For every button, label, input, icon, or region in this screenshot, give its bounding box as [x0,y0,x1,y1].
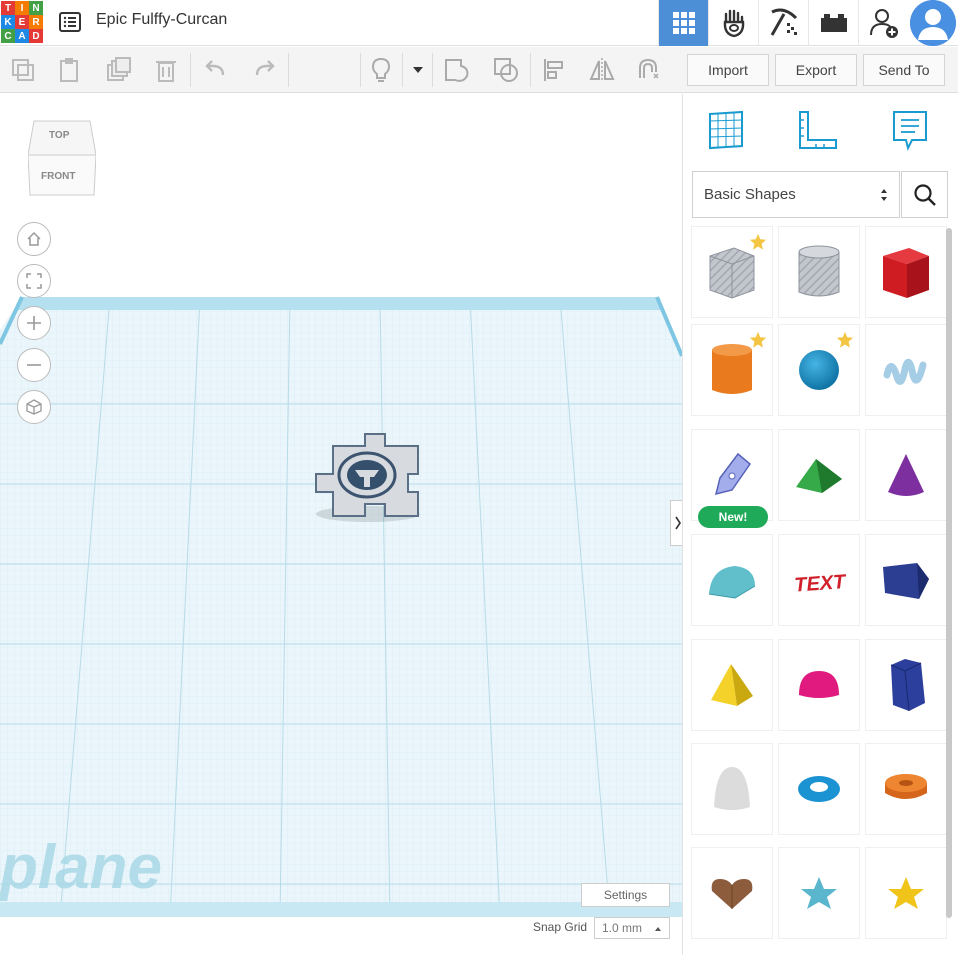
logo-letter: R [29,15,43,29]
shape-text[interactable]: TEXT [778,534,860,626]
shape-torus[interactable] [778,743,860,835]
user-avatar[interactable] [910,0,956,46]
duplicate-icon[interactable] [105,56,133,84]
shape-paraboloid[interactable] [691,743,773,835]
zoom-out-button[interactable] [17,348,51,382]
ruler-tool-icon[interactable] [796,108,840,152]
zoom-in-button[interactable] [17,306,51,340]
shape-cone[interactable] [865,429,947,521]
logo-letter: D [29,29,43,43]
view-cube[interactable]: TOP FRONT [27,119,97,197]
edit-toolbar [0,47,682,93]
snap-grid-label: Snap Grid [533,920,588,934]
logo-letter: K [1,15,15,29]
shape-round-roof[interactable] [691,534,773,626]
shapes-panel: Basic Shapes New! TEXT [682,94,958,955]
shape-scribble[interactable] [865,324,947,416]
import-export-bar: Import Export Send To [682,47,958,93]
shape-roof[interactable] [778,429,860,521]
gallery-hand-icon[interactable] [708,0,758,46]
home-view-button[interactable] [17,222,51,256]
shape-star-gold[interactable] [865,847,947,939]
settings-button[interactable]: Settings [581,883,670,907]
shape-half-sphere[interactable] [778,639,860,731]
chevron-up-icon [655,927,661,931]
shape-box-striped[interactable] [691,226,773,318]
magnet-icon[interactable] [634,56,662,84]
logo-letter: A [15,29,29,43]
snap-grid-value: 1.0 mm [602,921,643,935]
logo-letter: E [15,15,29,29]
pickaxe-icon[interactable] [758,0,808,46]
favorite-star-icon [749,331,767,348]
logo-letter: N [29,1,43,15]
shape-category-value: Basic Shapes [704,186,796,203]
workplane-viewport[interactable]: TOP FRONT plane Settings [0,94,682,917]
shape-sphere[interactable] [778,324,860,416]
updown-chevron-icon [881,189,887,201]
undo-icon[interactable] [202,56,230,84]
panel-scrollbar[interactable] [946,228,952,918]
shape-category-select[interactable]: Basic Shapes [692,171,900,218]
paste-icon[interactable] [56,56,84,84]
design-list-icon[interactable] [58,10,82,34]
logo-letter: T [1,1,15,15]
fit-view-button[interactable] [17,264,51,298]
shape-cylinder[interactable] [691,324,773,416]
shape-search-button[interactable] [901,171,948,218]
bricks-icon[interactable] [808,0,858,46]
snap-grid-select[interactable]: 1.0 mm [594,917,670,939]
ortho-view-button[interactable] [17,390,51,424]
top-bar: T I N K E R C A D Epic Fulffy-Curcan [0,0,958,46]
delete-icon[interactable] [152,56,180,84]
export-button[interactable]: Export [775,54,857,86]
shape-wedge[interactable] [865,534,947,626]
shape-cylinder-striped[interactable] [778,226,860,318]
shape-pen-tool[interactable]: New! [691,429,773,528]
logo-letter: C [1,29,15,43]
design-title[interactable]: Epic Fulffy-Curcan [96,11,227,29]
view-cube-top-label[interactable]: TOP [49,130,69,141]
group-icon[interactable] [443,56,471,84]
shape-star-blue[interactable] [778,847,860,939]
dropdown-icon[interactable] [404,56,432,84]
logo-letter: I [15,1,29,15]
mirror-icon[interactable] [588,56,616,84]
grid-view-icon[interactable] [658,0,708,46]
workplane-grid[interactable] [0,94,682,917]
shape-pyramid[interactable] [691,639,773,731]
view-cube-front-label[interactable]: FRONT [41,171,75,182]
shape-tube[interactable] [865,743,947,835]
bottom-bar: Snap Grid 1.0 mm [0,917,682,955]
shape-box[interactable] [865,226,947,318]
workplane-tool-icon[interactable] [704,108,748,152]
light-bulb-icon[interactable] [367,56,395,84]
ungroup-icon[interactable] [492,56,520,84]
send-to-button[interactable]: Send To [863,54,945,86]
favorite-star-icon [836,331,854,348]
svg-text:TEXT: TEXT [794,571,848,597]
shape-heart[interactable] [691,847,773,939]
favorite-star-icon [749,233,767,250]
redo-icon[interactable] [250,56,278,84]
new-badge: New! [698,506,768,528]
shape-polygon[interactable] [865,639,947,731]
search-icon [913,183,936,206]
add-user-icon[interactable] [858,0,908,46]
copy-icon[interactable] [9,56,37,84]
workplane-label: plane [0,833,162,902]
import-button[interactable]: Import [687,54,769,86]
align-icon[interactable] [540,56,568,84]
tinkercad-logo[interactable]: T I N K E R C A D [0,0,46,46]
notes-tool-icon[interactable] [888,108,932,152]
